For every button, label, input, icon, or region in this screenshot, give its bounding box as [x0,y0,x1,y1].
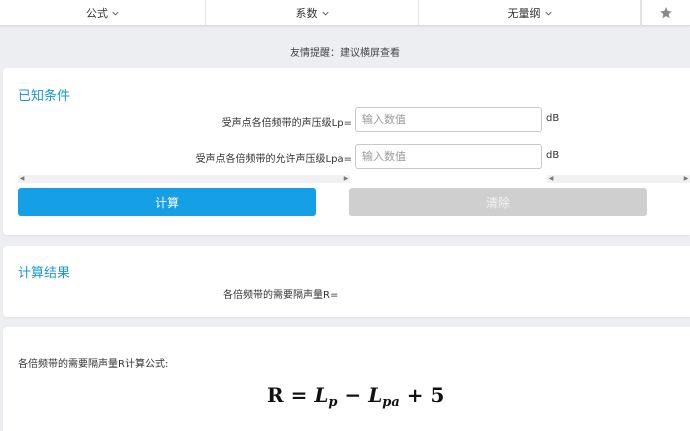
known-conditions-title: 已知条件 [18,89,71,104]
lpa-unit: dB [546,150,560,161]
calculate-button[interactable]: 计算 [18,188,316,216]
lp-label: 受声点各倍频带的声压级Lp= [221,118,352,129]
label-scrollbar[interactable]: ◀ ▶ [18,175,350,183]
landscape-hint: 友情提醒：建议横屏查看 [290,48,400,59]
formula-term-lp: L [314,383,329,407]
scroll-left-icon[interactable]: ◀ [18,175,26,183]
scroll-left-icon[interactable]: ◀ [547,175,555,183]
tab-formula[interactable]: 公式 [0,0,206,26]
lp-input[interactable] [355,107,542,132]
formula-lhs: R [267,383,284,407]
favorite-button[interactable] [641,0,690,26]
result-card: 计算结果 各倍频带的需要隔声量R= [3,246,690,317]
formula-constant: 5 [430,383,445,407]
clear-button[interactable]: 清除 [349,188,647,216]
formula-title: 各倍频带的需要隔声量R计算公式: [18,359,169,370]
chevron-down-icon [544,11,552,16]
formula-equals: = [290,383,308,407]
lpa-label: 受声点各倍频带的允许声压级Lpa= [195,154,352,165]
tab-coefficient[interactable]: 系数 [206,0,419,26]
tab-dimensionless-label: 无量纲 [507,7,541,20]
formula-plus: + [406,383,424,407]
chevron-down-icon [321,11,329,16]
formula-minus: − [344,383,362,407]
tab-dimensionless[interactable]: 无量纲 [419,0,641,26]
top-tab-bar: 公式 系数 无量纲 [0,0,690,26]
result-title: 计算结果 [18,266,71,281]
unit-scrollbar[interactable]: ◀ ▶ [547,175,690,183]
formula-term-lpa: L [368,383,383,407]
scroll-right-icon[interactable]: ▶ [342,175,350,183]
tab-formula-label: 公式 [86,7,108,20]
result-label: 各倍频带的需要隔声量R= [223,290,339,301]
lp-unit: dB [546,113,560,124]
formula-term-lpa-sub: pa [382,395,400,410]
formula-term-lp-sub: p [328,395,338,410]
tab-coefficient-label: 系数 [295,7,318,20]
star-icon [660,7,672,19]
scroll-right-icon[interactable]: ▶ [682,175,690,183]
chevron-down-icon [112,11,119,16]
lpa-input[interactable] [355,144,542,169]
known-conditions-card: 已知条件 受声点各倍频带的声压级Lp= dB 受声点各倍频带的允许声压级Lpa=… [3,68,690,235]
formula-expression: R = Lp − Lpa + 5 [267,383,444,410]
formula-card: 各倍频带的需要隔声量R计算公式: R = Lp − Lpa + 5 [3,327,690,431]
